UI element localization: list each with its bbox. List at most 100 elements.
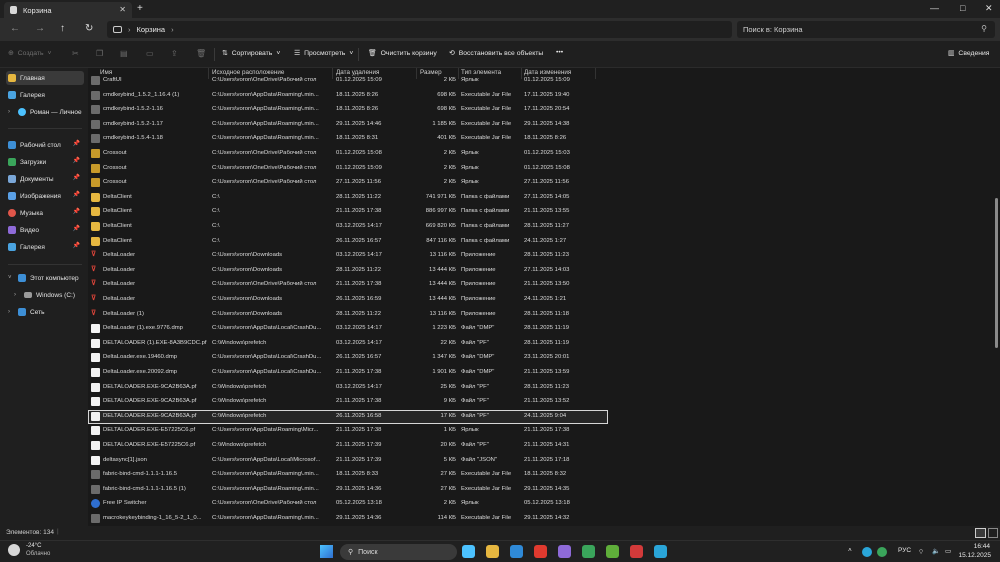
weather-temp[interactable]: -24°C: [26, 543, 41, 549]
restore-all-button[interactable]: ⟲ Восстановить все объекты: [449, 49, 543, 58]
sidebar-item-gallery-pinned[interactable]: Галерея 📌: [6, 240, 84, 254]
table-row[interactable]: DELTALOADER.EXE-9CA2B63A.pf C:\Windows\pr…: [88, 381, 608, 395]
app-tray-icon[interactable]: [862, 547, 872, 557]
table-row[interactable]: fabric-bind-cmd-1.1.1-1.16.5 (1) C:\Users…: [88, 483, 608, 497]
rename-icon[interactable]: ▭: [146, 49, 154, 58]
table-row[interactable]: DELTALOADER.EXE-9CA2B63A.pf C:\Windows\pr…: [88, 409, 608, 424]
tiles-view-icon[interactable]: [988, 528, 998, 538]
breadcrumb[interactable]: Корзина: [137, 25, 166, 34]
cell-type: Ярлык: [461, 500, 479, 507]
close-window-button[interactable]: ✕: [985, 3, 993, 14]
refresh-icon[interactable]: ↻: [85, 23, 93, 34]
table-row[interactable]: DeltaClient C:\ 21.11.2025 17:38 886 997 КБ…: [88, 205, 608, 219]
table-row[interactable]: ⊽ DeltaLoader (1) C:\Users\voron\Downloads…: [88, 308, 608, 322]
weather-icon[interactable]: [8, 544, 20, 556]
forward-arrow-icon[interactable]: →: [35, 23, 45, 34]
wifi-icon[interactable]: ⌔: [918, 547, 924, 556]
delete-icon[interactable]: 🗑: [196, 49, 206, 58]
table-row[interactable]: cmdkeybind-1.5.2-1.17 C:\Users\voron\AppD…: [88, 118, 608, 132]
table-row[interactable]: DeltaLoader.exe.19460.dmp C:\Users\voron\…: [88, 351, 608, 365]
taskbar-app-icon[interactable]: [630, 545, 643, 558]
taskbar-app-icon[interactable]: [462, 545, 475, 558]
back-arrow-icon[interactable]: ←: [10, 23, 20, 34]
volume-icon[interactable]: 🔈: [932, 547, 940, 555]
up-arrow-icon[interactable]: ↑: [60, 23, 65, 34]
chevron-up-icon[interactable]: ˄: [848, 547, 852, 554]
sidebar-item-downloads[interactable]: Загрузки 📌: [6, 155, 84, 169]
vertical-scrollbar[interactable]: [995, 198, 998, 348]
table-row[interactable]: DELTALOADER.EXE-E57225C6.pf C:\Users\voro…: [88, 424, 608, 438]
table-row[interactable]: fabric-bind-cmd-1.1.1-1.16.5 C:\Users\vor…: [88, 468, 608, 482]
new-tab-button[interactable]: +: [137, 3, 143, 14]
sidebar-item-windows-c[interactable]: › Windows (C:): [12, 288, 84, 302]
table-row[interactable]: deltasync[1].json C:\Users\voron\AppData\…: [88, 454, 608, 468]
details-pane-button[interactable]: ▥ Сведения: [948, 49, 989, 58]
copy-icon[interactable]: ❐: [96, 49, 103, 58]
table-row[interactable]: DeltaClient C:\ 03.12.2025 14:17 669 820 КБ…: [88, 220, 608, 234]
taskbar-app-icon[interactable]: [558, 545, 571, 558]
create-button[interactable]: ⊕ Создать ˅: [8, 49, 52, 58]
table-row[interactable]: ⊽ DeltaLoader C:\Users\voron\Downloads 28.1…: [88, 264, 608, 278]
table-row[interactable]: ⊽ DeltaLoader C:\Users\voron\Downloads 03.1…: [88, 249, 608, 263]
maximize-button[interactable]: □: [960, 3, 965, 13]
sidebar-item-music[interactable]: Музыка 📌: [6, 206, 84, 220]
taskbar-app-icon[interactable]: [606, 545, 619, 558]
table-row[interactable]: DeltaLoader (1).exe.9776.dmp C:\Users\vor…: [88, 322, 608, 336]
search-input[interactable]: Поиск в: Корзина ⚲: [737, 21, 995, 38]
sidebar-item-desktop[interactable]: Рабочий стол 📌: [6, 138, 84, 152]
details-view-icon[interactable]: [975, 528, 986, 538]
sidebar-item-videos[interactable]: Видео 📌: [6, 223, 84, 237]
taskbar-app-icon[interactable]: [534, 545, 547, 558]
table-row[interactable]: DELTALOADER.EXE-9CA2B63A.pf C:\Windows\pr…: [88, 395, 608, 409]
table-row[interactable]: CraftUI C:\Users\voron\OneDrive\Рабочий с…: [88, 74, 608, 88]
table-row[interactable]: Free IP Switcher C:\Users\voron\OneDrive\…: [88, 497, 608, 511]
taskbar-app-icon[interactable]: [654, 545, 667, 558]
sidebar-item-gallery[interactable]: Галерея: [6, 88, 84, 102]
more-options-button[interactable]: •••: [556, 49, 563, 56]
table-row[interactable]: cmdkeybind_1.5.2_1.16.4 (1) C:\Users\voro…: [88, 89, 608, 103]
windows-start-icon[interactable]: [320, 545, 333, 558]
table-row[interactable]: DeltaClient C:\ 26.11.2025 16:57 847 116 КБ…: [88, 235, 608, 249]
pin-icon: 📌: [72, 243, 80, 249]
taskbar-app-icon[interactable]: [486, 545, 499, 558]
battery-icon[interactable]: ▭: [945, 547, 951, 555]
empty-recycle-bin-button[interactable]: 🗑 Очистить корзину: [368, 49, 437, 58]
table-row[interactable]: Crossout C:\Users\voron\OneDrive\Рабочий …: [88, 147, 608, 161]
folder-file-icon: [91, 207, 100, 217]
weather-description[interactable]: Облачно: [26, 551, 50, 557]
table-row[interactable]: cmdkeybind-1.5.4-1.18 C:\Users\voron\AppD…: [88, 132, 608, 146]
table-row[interactable]: Crossout C:\Users\voron\OneDrive\Рабочий …: [88, 162, 608, 176]
table-row[interactable]: DeltaClient C:\ 28.11.2025 11:22 741 971 КБ…: [88, 191, 608, 205]
view-button[interactable]: ☰ Просмотреть ˅: [294, 49, 353, 58]
minimize-button[interactable]: —: [930, 3, 939, 13]
table-row[interactable]: DeltaLoader.exe.20092.dmp C:\Users\voron\…: [88, 366, 608, 380]
share-icon[interactable]: ⇪: [171, 49, 178, 58]
table-row[interactable]: cmdkeybind-1.5.2-1.16 C:\Users\voron\AppD…: [88, 103, 608, 117]
table-row[interactable]: Crossout C:\Users\voron\OneDrive\Рабочий …: [88, 176, 608, 190]
table-row[interactable]: DELTALOADER (1).EXE-8A3B9CDC.pf C:\Window…: [88, 337, 608, 351]
paste-icon[interactable]: ▤: [120, 49, 128, 58]
sidebar-item-this-pc[interactable]: ˅ Этот компьютер: [6, 271, 84, 285]
taskbar-app-icon[interactable]: [582, 545, 595, 558]
address-field[interactable]: › Корзина ›: [107, 21, 732, 38]
tab-close-icon[interactable]: ✕: [119, 5, 126, 14]
table-row[interactable]: macrokeykeybinding-1_16_5-2_1_0... C:\Use…: [88, 512, 608, 526]
language-indicator[interactable]: РУС: [898, 547, 911, 554]
sort-button[interactable]: ⇅ Сортировать ˅: [222, 49, 280, 58]
sidebar-item-documents[interactable]: Документы 📌: [6, 172, 84, 186]
sidebar-item-home[interactable]: Главная: [6, 71, 84, 85]
sidebar-item-onedrive[interactable]: › Роман — Личное: [6, 105, 84, 119]
table-row[interactable]: ⊽ DeltaLoader C:\Users\voron\OneDrive\Рабо…: [88, 278, 608, 292]
sidebar-item-images[interactable]: Изображения 📌: [6, 189, 84, 203]
taskbar-app-icon[interactable]: [510, 545, 523, 558]
sidebar-item-network[interactable]: › Сеть: [6, 305, 84, 319]
cell-deleted: 18.11.2025 8:26: [336, 106, 379, 113]
table-row[interactable]: DELTALOADER.EXE-E57225C6.pf C:\Windows\pr…: [88, 439, 608, 453]
clock-date[interactable]: 15.12.2025: [955, 552, 991, 559]
tab-recycle-bin[interactable]: Корзина ✕: [4, 2, 132, 18]
app-tray-icon[interactable]: [877, 547, 887, 557]
taskbar-search[interactable]: ⚲ Поиск: [340, 544, 457, 560]
clock-time[interactable]: 16:44: [960, 543, 990, 550]
table-row[interactable]: ⊽ DeltaLoader C:\Users\voron\Downloads 26.1…: [88, 293, 608, 307]
cut-icon[interactable]: ✂: [72, 49, 79, 58]
